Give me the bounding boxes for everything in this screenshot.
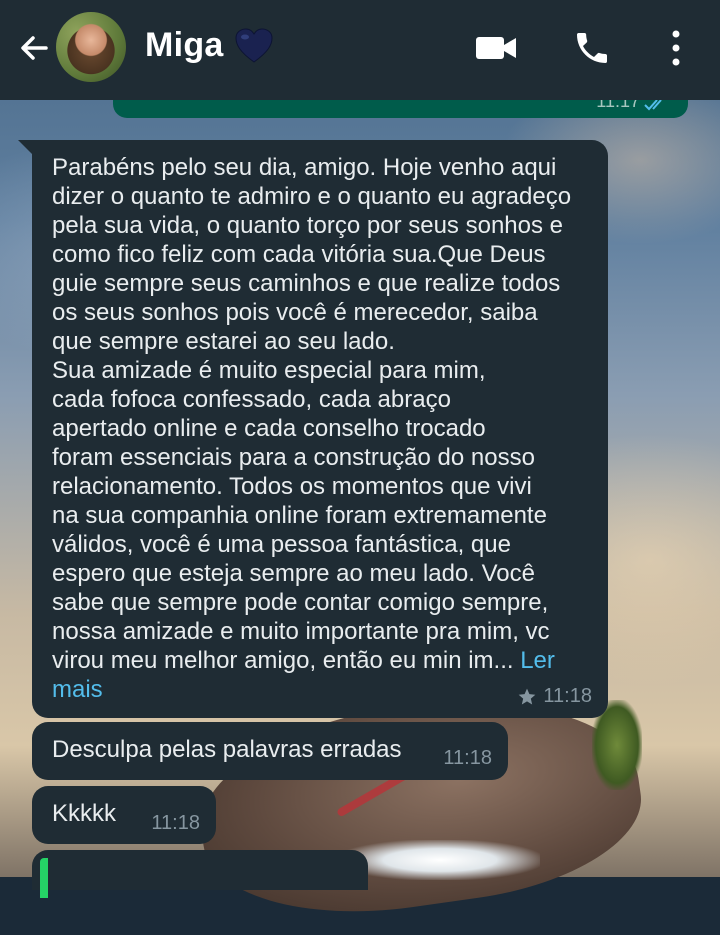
more-vert-icon [672, 30, 680, 66]
message-body: Parabéns pelo seu dia, amigo. Hoje venho… [52, 154, 572, 674]
voice-call-button[interactable] [572, 28, 612, 68]
dark-blue-heart-emoji [234, 28, 274, 64]
message-text: Parabéns pelo seu dia, amigo. Hoje venho… [52, 153, 592, 704]
contact-name[interactable]: Miga [145, 26, 224, 65]
message-time: 11:18 [543, 685, 592, 707]
message-time: 11:18 [151, 812, 200, 834]
message-meta: 11:18 [443, 747, 492, 770]
bubble-tail [18, 140, 32, 154]
wallpaper-splash [340, 840, 540, 880]
double-check-icon [644, 99, 662, 111]
back-button[interactable] [16, 30, 52, 66]
incoming-message-long[interactable]: Parabéns pelo seu dia, amigo. Hoje venho… [32, 140, 608, 718]
more-options-button[interactable] [664, 26, 688, 70]
message-meta: 11:18 [151, 812, 200, 835]
video-call-icon [476, 37, 516, 59]
message-text: Kkkkk [52, 800, 117, 827]
message-text: Desculpa pelas palavras erradas [52, 736, 402, 763]
arrow-left-icon [21, 36, 48, 60]
message-time: 11:18 [443, 747, 492, 769]
incoming-message[interactable]: Kkkkk 11:18 [32, 786, 216, 844]
message-meta: 11:18 [517, 685, 592, 708]
star-icon [519, 688, 536, 704]
incoming-message[interactable]: Desculpa pelas palavras erradas 11:18 [32, 722, 508, 780]
contact-avatar[interactable] [56, 12, 126, 82]
chat-header: Miga [0, 0, 720, 100]
video-call-button[interactable] [474, 30, 518, 66]
quoted-reply-bar [40, 858, 48, 898]
voice-call-icon [577, 33, 607, 63]
incoming-message-partial[interactable] [32, 850, 368, 898]
